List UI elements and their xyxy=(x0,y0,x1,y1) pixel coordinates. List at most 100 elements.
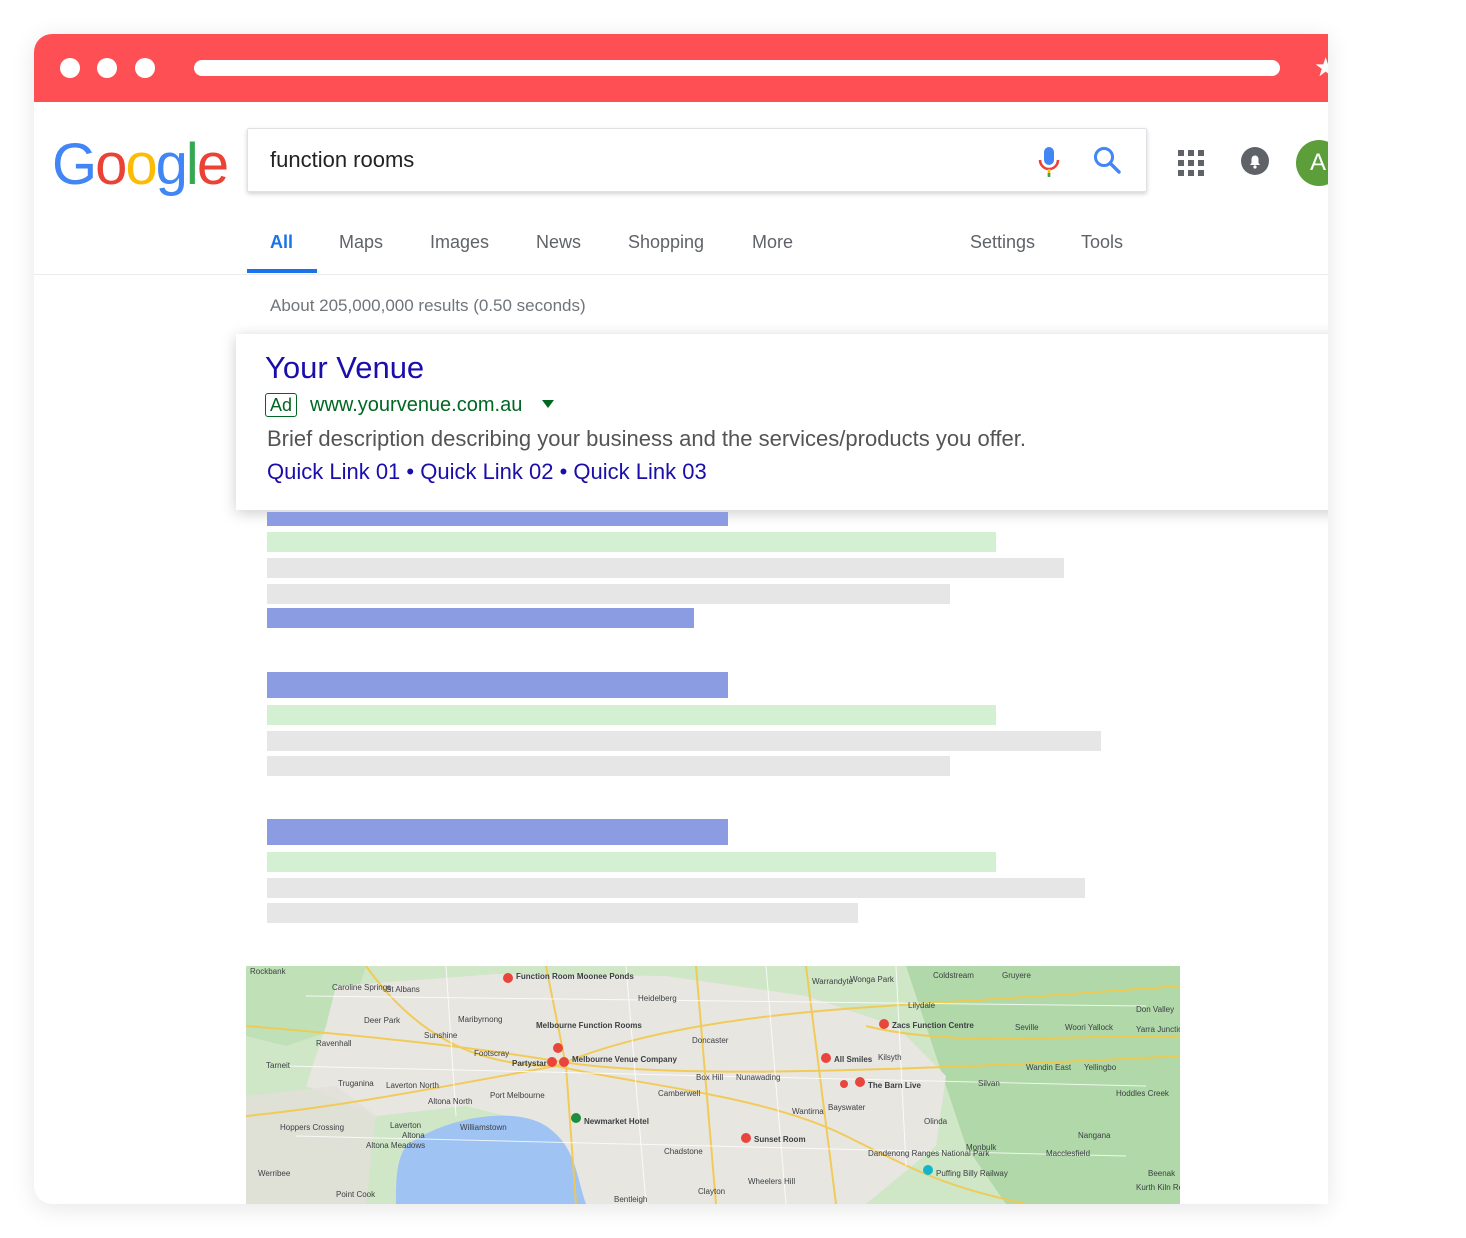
window-close-dot[interactable] xyxy=(60,58,80,78)
map-label: Newmarket Hotel xyxy=(584,1117,649,1126)
map-label: Yarra Junction xyxy=(1136,1025,1180,1034)
search-header: Google function rooms A All Maps Images … xyxy=(34,102,1328,275)
placeholder-result-title xyxy=(267,672,728,698)
map-label: Heidelberg xyxy=(638,994,677,1003)
bookmark-star-icon[interactable]: ★ xyxy=(1314,52,1328,82)
notifications-bell-icon[interactable] xyxy=(1240,146,1270,176)
results-count: About 205,000,000 results (0.50 seconds) xyxy=(270,296,586,315)
map-label: Puffing Billy Railway xyxy=(936,1169,1008,1178)
map-label: Silvan xyxy=(978,1079,1000,1088)
map-label: Port Melbourne xyxy=(490,1091,545,1100)
map-label: Partystar xyxy=(512,1059,547,1068)
local-map[interactable]: Rockbank Caroline Springs St Albans Func… xyxy=(246,966,1180,1204)
map-label: Lilydale xyxy=(908,1001,936,1010)
map-label: Tarneit xyxy=(266,1061,291,1070)
placeholder-result-sitelink xyxy=(267,608,694,628)
window-minimize-dot[interactable] xyxy=(97,58,117,78)
map-label: All Smiles xyxy=(834,1055,873,1064)
tab-maps[interactable]: Maps xyxy=(339,232,383,253)
map-label: Olinda xyxy=(924,1117,948,1126)
logo-letter: G xyxy=(52,132,97,197)
map-label: Footscray xyxy=(474,1049,509,1058)
map-label: Hoddles Creek xyxy=(1116,1089,1170,1098)
active-tab-indicator xyxy=(247,269,317,273)
map-label: Box Hill xyxy=(696,1073,723,1082)
map-label: Hoppers Crossing xyxy=(280,1123,344,1132)
tab-images[interactable]: Images xyxy=(430,232,489,253)
ad-dropdown-arrow-icon[interactable] xyxy=(542,400,554,408)
map-label: Altona North xyxy=(428,1097,472,1106)
tab-shopping[interactable]: Shopping xyxy=(628,232,704,253)
map-label: St Albans xyxy=(386,985,420,994)
map-label: Altona xyxy=(402,1131,425,1140)
map-label: Altona Meadows xyxy=(366,1141,425,1150)
apps-grid-icon[interactable] xyxy=(1178,150,1204,176)
map-label: Yellingbo xyxy=(1084,1063,1117,1072)
search-box[interactable]: function rooms xyxy=(247,128,1147,192)
microphone-icon[interactable] xyxy=(1036,145,1062,179)
account-avatar[interactable]: A xyxy=(1296,140,1328,186)
logo-letter: e xyxy=(196,132,229,197)
tab-tools[interactable]: Tools xyxy=(1081,232,1123,253)
map-label: Deer Park xyxy=(364,1016,401,1025)
map-label: Clayton xyxy=(698,1187,725,1196)
google-logo[interactable]: Google xyxy=(52,130,229,200)
map-label: Chadstone xyxy=(664,1147,703,1156)
tab-all[interactable]: All xyxy=(270,232,293,253)
map-label: Williamstown xyxy=(460,1123,507,1132)
map-label: Bentleigh xyxy=(614,1195,647,1204)
tab-more[interactable]: More xyxy=(752,232,793,253)
map-label: Point Cook xyxy=(336,1190,376,1199)
address-bar[interactable] xyxy=(194,60,1280,76)
map-label: Sunset Room xyxy=(754,1135,806,1144)
ad-url: www.yourvenue.com.au xyxy=(310,394,523,416)
map-label: The Barn Live xyxy=(868,1081,921,1090)
map-label: Camberwell xyxy=(658,1089,700,1098)
map-label: Laverton North xyxy=(386,1081,439,1090)
map-label: Coldstream xyxy=(933,971,974,980)
tab-settings[interactable]: Settings xyxy=(970,232,1035,253)
map-label: Wantirna xyxy=(792,1107,824,1116)
browser-titlebar: ★ xyxy=(34,34,1328,102)
search-icon[interactable] xyxy=(1092,145,1122,175)
map-label: Bayswater xyxy=(828,1103,866,1112)
map-label: Function Room Moonee Ponds xyxy=(516,972,634,981)
map-label: Wheelers Hill xyxy=(748,1177,795,1186)
map-label: Werribee xyxy=(258,1169,291,1178)
placeholder-result-text xyxy=(267,731,1101,751)
browser-window: ★ Google function rooms A All Maps Image… xyxy=(34,34,1328,1204)
map-label: Doncaster xyxy=(692,1036,729,1045)
placeholder-result-text xyxy=(267,878,1085,898)
logo-letter: g xyxy=(155,132,188,197)
ad-title-link[interactable]: Your Venue xyxy=(265,350,424,386)
placeholder-result-title xyxy=(267,512,728,526)
search-input[interactable]: function rooms xyxy=(270,147,414,173)
ad-sitelinks[interactable]: Quick Link 01 • Quick Link 02 • Quick Li… xyxy=(267,459,707,485)
tab-news[interactable]: News xyxy=(536,232,581,253)
map-label: Melbourne Venue Company xyxy=(572,1055,677,1064)
map-label: Melbourne Function Rooms xyxy=(536,1021,642,1030)
map-label: Seville xyxy=(1015,1023,1039,1032)
map-label: Maribyrnong xyxy=(458,1015,502,1024)
map-label: Woori Yallock xyxy=(1065,1023,1114,1032)
placeholder-result-title xyxy=(267,819,728,845)
map-label: Dandenong Ranges National Park xyxy=(868,1149,990,1158)
map-label: Caroline Springs xyxy=(332,983,391,992)
map-label: Truganina xyxy=(338,1079,374,1088)
placeholder-result-url xyxy=(267,852,996,872)
map-label: Don Valley xyxy=(1136,1005,1174,1014)
logo-letter: l xyxy=(185,132,199,197)
map-label: Wandin East xyxy=(1026,1063,1072,1072)
map-label: Nunawading xyxy=(736,1073,780,1082)
placeholder-result-url xyxy=(267,532,996,552)
window-maximize-dot[interactable] xyxy=(135,58,155,78)
map-label: Wonga Park xyxy=(850,975,895,984)
map-label: Warrandyte xyxy=(812,977,854,986)
logo-letter: o xyxy=(95,132,127,197)
map-label: Rockbank xyxy=(250,967,287,976)
ad-badge: Ad xyxy=(265,393,298,417)
placeholder-result-text xyxy=(267,903,858,923)
placeholder-result-text xyxy=(267,558,1064,578)
placeholder-result-text xyxy=(267,584,950,604)
ad-result-card: Your Venue Ad www.yourvenue.com.au Brief… xyxy=(236,334,1328,510)
